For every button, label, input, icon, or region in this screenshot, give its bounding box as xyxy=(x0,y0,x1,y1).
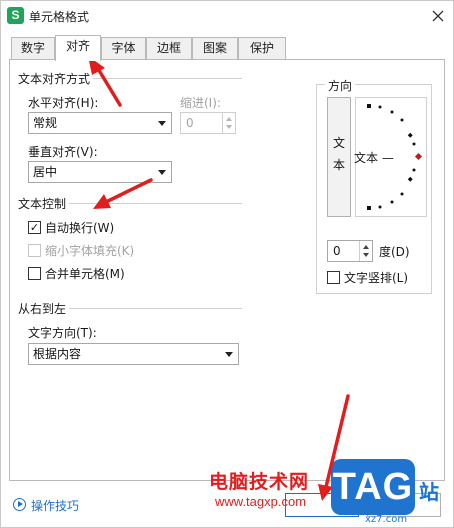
merge-cells-label: 合并单元格(M) xyxy=(45,267,125,281)
text-direction-label: 文字方向(T): xyxy=(28,326,97,340)
horizontal-align-label: 水平对齐(H): xyxy=(28,96,99,110)
text-control-section-title: 文本控制 xyxy=(18,195,70,212)
tab-alignment[interactable]: 对齐 xyxy=(55,35,101,61)
shrink-to-fit-label: 缩小字体填充(K) xyxy=(45,244,135,258)
indent-label: 缩进(I): xyxy=(180,96,221,110)
caret-down-icon xyxy=(363,253,369,257)
vertical-text-char: 文 xyxy=(332,136,345,150)
orientation-section-title: 方向 xyxy=(325,77,356,94)
alignment-pane: 文本对齐方式 水平对齐(H): 常规 缩进(I): 0 垂直对齐(V): 居中 … xyxy=(9,59,445,481)
orientation-group: 方向 文 本 文本 — 0 度(D) 文字竖排(L) xyxy=(316,77,432,294)
tab-protection[interactable]: 保护 xyxy=(238,37,286,60)
caret-up-icon xyxy=(363,245,369,249)
vertical-stack-label: 文字竖排(L) xyxy=(344,271,409,285)
orientation-preview-text: 文本 — xyxy=(354,151,394,165)
tab-border[interactable]: 边框 xyxy=(146,37,192,60)
vertical-text-char: 本 xyxy=(332,158,345,172)
dialog-title: 单元格格式 xyxy=(29,10,90,24)
chevron-down-icon xyxy=(158,121,166,126)
wrap-text-checkbox[interactable]: ✓ xyxy=(28,221,41,234)
indent-value: 0 xyxy=(186,116,194,130)
caret-down-icon xyxy=(226,125,232,129)
tab-font[interactable]: 字体 xyxy=(101,37,146,60)
horizontal-align-select[interactable]: 常规 xyxy=(28,112,172,134)
vertical-align-label: 垂直对齐(V): xyxy=(28,145,98,159)
chevron-down-icon xyxy=(158,170,166,175)
text-direction-select[interactable]: 根据内容 xyxy=(28,343,239,365)
degree-label: 度(D) xyxy=(379,245,410,259)
vertical-stack-checkbox[interactable] xyxy=(327,271,340,284)
orientation-dial[interactable]: 文本 — xyxy=(354,97,427,217)
tag-logo: TAG xyxy=(331,459,415,515)
wrap-text-label: 自动换行(W) xyxy=(45,221,115,235)
vertical-text-button[interactable]: 文 本 xyxy=(327,97,351,217)
text-direction-value: 根据内容 xyxy=(33,347,82,361)
title-bar: S 单元格格式 xyxy=(1,1,453,31)
watermark-suffix: 站 xyxy=(419,480,439,504)
close-icon xyxy=(432,10,444,22)
stepper-buttons[interactable] xyxy=(359,241,372,261)
tab-number[interactable]: 数字 xyxy=(11,37,55,60)
shrink-to-fit-checkbox[interactable] xyxy=(28,244,41,257)
stepper-buttons[interactable] xyxy=(222,113,235,133)
degree-stepper[interactable]: 0 xyxy=(327,240,373,262)
alignment-section-title: 文本对齐方式 xyxy=(18,70,94,87)
app-logo-icon: S xyxy=(7,7,24,24)
chevron-down-icon xyxy=(225,352,233,357)
indent-stepper[interactable]: 0 xyxy=(180,112,236,134)
watermark-url: www.tagxp.com xyxy=(215,494,307,509)
close-button[interactable] xyxy=(427,5,449,27)
degree-value: 0 xyxy=(333,244,341,258)
play-icon xyxy=(13,498,26,511)
horizontal-align-value: 常规 xyxy=(33,116,58,130)
watermark-sub: xz7.com xyxy=(365,514,408,525)
vertical-align-select[interactable]: 居中 xyxy=(28,161,172,183)
watermark-site-name: 电脑技术网 xyxy=(209,471,310,493)
tab-pattern[interactable]: 图案 xyxy=(192,37,238,60)
rtl-section-title: 从右到左 xyxy=(18,300,70,317)
merge-cells-checkbox[interactable] xyxy=(28,267,41,280)
vertical-align-value: 居中 xyxy=(33,165,58,179)
caret-up-icon xyxy=(226,117,232,121)
operation-tips-label: 操作技巧 xyxy=(31,499,80,513)
cell-format-dialog: S 单元格格式 数字 对齐 字体 边框 图案 保护 文本对齐方式 水平对齐(H)… xyxy=(0,0,454,528)
